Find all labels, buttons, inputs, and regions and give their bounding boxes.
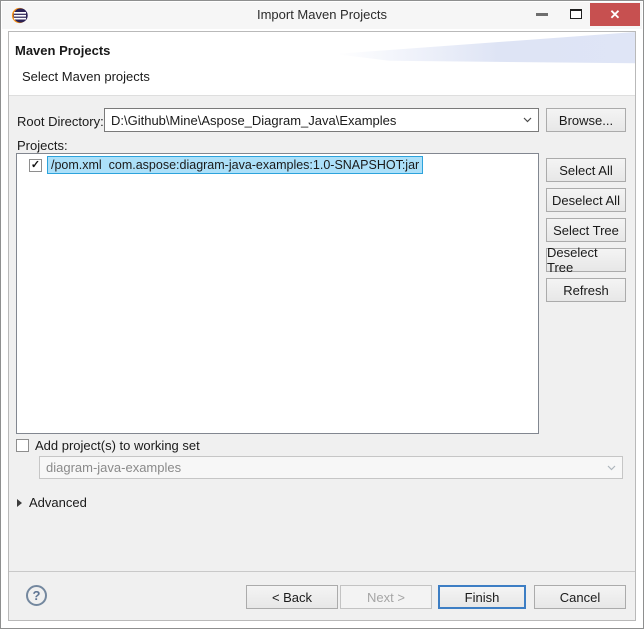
close-button[interactable]: ✕ — [590, 3, 640, 26]
dialog-body: Maven Projects Select Maven projects Roo… — [8, 31, 636, 621]
back-button[interactable]: < Back — [246, 585, 338, 609]
select-all-button[interactable]: Select All — [546, 158, 626, 182]
help-icon: ? — [32, 588, 41, 603]
projects-label: Projects: — [17, 138, 68, 153]
projects-list[interactable]: ✓ /pom.xml com.aspose:diagram-java-examp… — [16, 153, 539, 434]
project-list-item[interactable]: ✓ /pom.xml com.aspose:diagram-java-examp… — [17, 155, 538, 175]
working-set-value: diagram-java-examples — [46, 460, 182, 475]
deselect-tree-button[interactable]: Deselect Tree — [546, 245, 626, 275]
advanced-label: Advanced — [29, 495, 87, 510]
advanced-section-toggle[interactable]: Advanced — [17, 495, 87, 510]
help-button[interactable]: ? — [26, 585, 47, 606]
maximize-button[interactable] — [560, 2, 592, 26]
cancel-button[interactable]: Cancel — [534, 585, 626, 609]
page-subtitle: Select Maven projects — [22, 69, 150, 84]
chevron-down-icon[interactable] — [516, 117, 538, 123]
next-button: Next > — [340, 585, 432, 609]
page-title: Maven Projects — [15, 43, 111, 58]
checkmark-icon: ✓ — [30, 158, 41, 171]
project-checkbox[interactable]: ✓ — [29, 158, 42, 172]
maximize-icon — [570, 9, 582, 19]
header-banner-graphic — [335, 32, 635, 64]
titlebar[interactable]: Import Maven Projects ✕ — [2, 2, 642, 29]
finish-button[interactable]: Finish — [438, 585, 526, 609]
chevron-down-icon — [600, 465, 622, 471]
close-icon: ✕ — [609, 6, 621, 22]
footer-separator — [9, 571, 635, 572]
working-set-label: Add project(s) to working set — [35, 438, 200, 453]
wizard-header: Maven Projects Select Maven projects — [9, 32, 635, 96]
root-directory-combo[interactable]: D:\Github\Mine\Aspose_Diagram_Java\Examp… — [104, 108, 539, 132]
advanced-twistie-icon — [17, 498, 22, 507]
minimize-button[interactable] — [526, 2, 558, 26]
refresh-button[interactable]: Refresh — [546, 278, 626, 302]
browse-button[interactable]: Browse... — [546, 108, 626, 132]
select-tree-button[interactable]: Select Tree — [546, 218, 626, 242]
import-maven-projects-dialog: Import Maven Projects ✕ Maven Projects S… — [0, 0, 644, 629]
working-set-combo: diagram-java-examples — [39, 456, 623, 479]
working-set-checkbox[interactable] — [16, 439, 29, 452]
deselect-all-button[interactable]: Deselect All — [546, 188, 626, 212]
working-set-row: Add project(s) to working set — [16, 438, 200, 453]
project-item-label[interactable]: /pom.xml com.aspose:diagram-java-example… — [47, 156, 424, 174]
root-directory-value: D:\Github\Mine\Aspose_Diagram_Java\Examp… — [111, 112, 397, 128]
minimize-icon — [536, 12, 548, 16]
root-directory-label: Root Directory: — [17, 114, 104, 129]
